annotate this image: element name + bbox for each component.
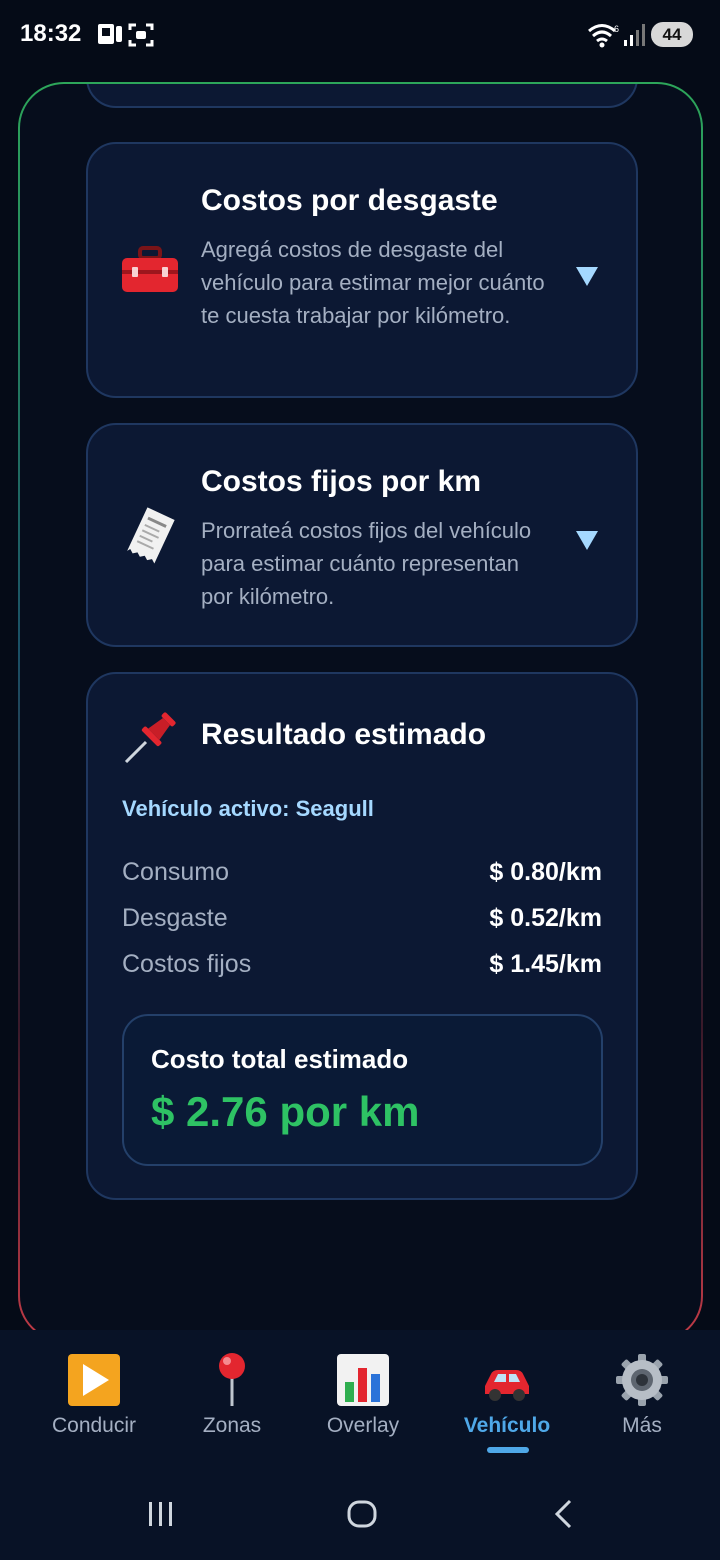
- phone-notification-icon: [98, 24, 122, 44]
- previous-card-bottom: [86, 84, 638, 108]
- vehicle-panel-content[interactable]: Costos por desgaste Agregá costos de des…: [20, 84, 701, 1340]
- expand-arrow-icon[interactable]: [573, 261, 601, 289]
- active-tab-indicator: [487, 1447, 529, 1453]
- fixed-costs-value: $ 1.45/km: [489, 950, 602, 978]
- battery-indicator: 44: [651, 22, 693, 47]
- nav-item-conducir[interactable]: Conducir: [29, 1352, 159, 1438]
- expand-arrow-icon[interactable]: [573, 525, 601, 553]
- consumption-label: Consumo: [122, 858, 229, 886]
- wear-label: Desgaste: [122, 904, 228, 932]
- wear-value: $ 0.52/km: [489, 904, 602, 932]
- fixed-costs-label: Costos fijos: [122, 950, 252, 978]
- result-title: Resultado estimado: [201, 718, 487, 751]
- wear-costs-description: Agregá costos de desgaste del vehículo p…: [201, 237, 545, 328]
- nav-item-zonas[interactable]: Zonas: [167, 1352, 297, 1438]
- svg-text:6: 6: [614, 24, 619, 34]
- nav-label: Overlay: [326, 1414, 400, 1437]
- gear-icon: [616, 1354, 668, 1406]
- nav-label: Más: [622, 1414, 662, 1437]
- map-pin-icon: [219, 1353, 245, 1406]
- receipt-icon: [127, 507, 175, 564]
- wifi-icon: 6: [588, 24, 619, 48]
- estimated-result-card: Resultado estimado Vehículo activo: Seag…: [86, 672, 638, 1200]
- bar-chart-icon: [337, 1354, 389, 1406]
- bottom-navigation: Conducir Zonas Overlay Vehículo Más: [0, 1330, 720, 1470]
- screenshot-icon: [128, 23, 154, 47]
- total-cost-box: Costo total estimado $ 2.76 por km: [122, 1014, 603, 1166]
- status-bar: 18:32 6 44: [0, 0, 720, 70]
- pushpin-icon: [124, 712, 176, 764]
- play-icon: [68, 1354, 120, 1406]
- consumption-value: $ 0.80/km: [489, 858, 602, 886]
- status-time: 18:32: [20, 20, 82, 47]
- home-icon[interactable]: [346, 1498, 378, 1530]
- nav-label: Conducir: [51, 1414, 137, 1437]
- total-cost-label: Costo total estimado: [151, 1044, 409, 1074]
- toolbox-icon: [122, 246, 178, 292]
- back-icon[interactable]: [550, 1498, 578, 1530]
- recent-apps-icon[interactable]: [146, 1498, 176, 1530]
- nav-item-overlay[interactable]: Overlay: [298, 1352, 428, 1438]
- nav-item-mas[interactable]: Más: [577, 1352, 707, 1438]
- fixed-costs-title: Costos fijos por km: [201, 465, 482, 498]
- nav-item-vehiculo[interactable]: Vehículo: [442, 1352, 572, 1438]
- car-icon: [485, 1370, 529, 1401]
- wear-costs-title: Costos por desgaste: [201, 184, 498, 217]
- wear-costs-card[interactable]: Costos por desgaste Agregá costos de des…: [86, 142, 638, 398]
- fixed-costs-card[interactable]: Costos fijos por km Prorrateá costos fij…: [86, 423, 638, 647]
- signal-icon: [624, 24, 645, 46]
- vehicle-panel: Costos por desgaste Agregá costos de des…: [18, 82, 703, 1342]
- fixed-costs-description: Prorrateá costos fijos del vehículo para…: [201, 518, 532, 609]
- nav-label: Vehículo: [463, 1414, 551, 1437]
- nav-label: Zonas: [202, 1414, 262, 1437]
- active-vehicle-label: Vehículo activo: Seagull: [122, 796, 374, 821]
- system-navigation-bar: [0, 1470, 720, 1560]
- total-cost-value: $ 2.76 por km: [151, 1088, 420, 1135]
